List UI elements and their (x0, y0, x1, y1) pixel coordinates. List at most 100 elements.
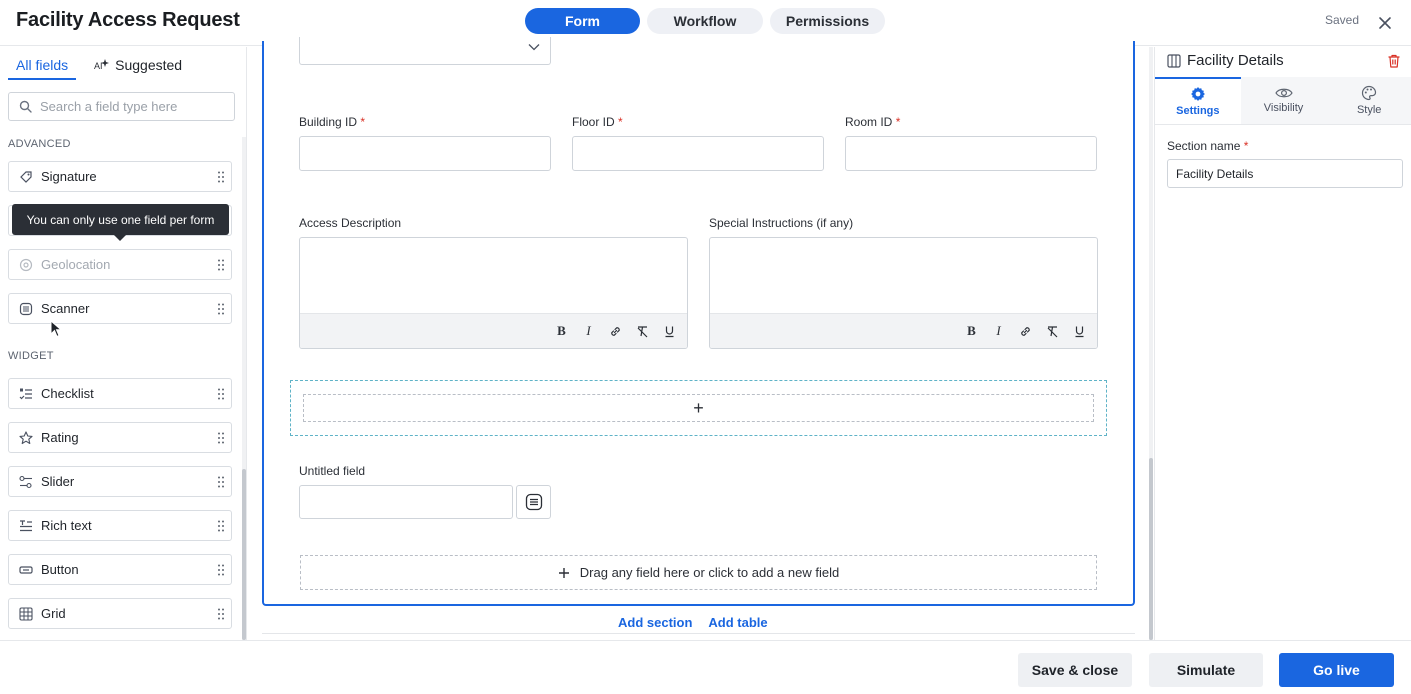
tab-suggested[interactable]: AI Suggested (94, 47, 182, 80)
clear-format-icon[interactable] (635, 324, 650, 339)
underline-icon[interactable] (662, 324, 677, 339)
required-marker: * (1243, 139, 1249, 153)
group-label-advanced: ADVANCED (8, 138, 71, 150)
add-table-link[interactable]: Add table (708, 615, 767, 630)
go-live-button[interactable]: Go live (1279, 653, 1394, 687)
section-name-input[interactable]: Facility Details (1167, 159, 1403, 188)
scanner-icon (19, 302, 33, 316)
ai-sparkle-icon: AI (94, 57, 110, 71)
room-id-input[interactable] (845, 136, 1097, 171)
italic-icon[interactable]: I (991, 323, 1006, 339)
drag-handle-icon[interactable] (218, 520, 224, 532)
scan-button[interactable] (516, 485, 551, 519)
required-marker: * (895, 115, 901, 129)
dropdown-field[interactable] (299, 37, 551, 65)
field-item-label: Rich text (41, 518, 92, 533)
untitled-field-input[interactable] (299, 485, 513, 519)
special-instructions-editor[interactable]: B I (709, 237, 1098, 349)
add-section-link[interactable]: Add section (618, 615, 692, 630)
drop-zone-inner[interactable]: + (303, 394, 1094, 422)
field-search-input[interactable]: Search a field type here (8, 92, 235, 121)
field-item-scanner[interactable]: Scanner (8, 293, 232, 324)
add-field-dropzone[interactable]: Drag any field here or click to add a ne… (300, 555, 1097, 590)
bold-icon[interactable]: B (964, 323, 979, 339)
tab-settings[interactable]: Settings (1155, 77, 1241, 124)
search-placeholder: Search a field type here (40, 99, 178, 114)
canvas-scrollbar[interactable] (1149, 47, 1153, 640)
scrollbar-thumb[interactable] (242, 469, 246, 640)
form-section[interactable]: Building ID * Floor ID * Room ID * Acces… (262, 37, 1135, 606)
field-item-label: Scanner (41, 301, 90, 316)
close-icon[interactable] (1377, 15, 1393, 31)
simulate-button[interactable]: Simulate (1149, 653, 1263, 687)
form-title: Facility Access Request (16, 9, 240, 31)
tab-workflow[interactable]: Workflow (647, 8, 763, 34)
eye-icon (1274, 87, 1293, 99)
drag-handle-icon[interactable] (218, 432, 224, 444)
floor-id-label: Floor ID * (572, 115, 623, 129)
section-columns-icon (1167, 53, 1181, 68)
underline-icon[interactable] (1072, 324, 1087, 339)
drag-handle-icon[interactable] (218, 564, 224, 576)
mode-tabs: Form Workflow Permissions (525, 8, 885, 34)
tooltip-arrow (114, 235, 126, 241)
tooltip: You can only use one field per form (12, 204, 229, 241)
field-item-slider[interactable]: Slider (8, 466, 232, 497)
top-bar: Facility Access Request Form Workflow Pe… (0, 0, 1411, 46)
field-item-grid[interactable]: Grid (8, 598, 232, 629)
group-label-widget: WIDGET (8, 350, 54, 362)
special-instructions-label: Special Instructions (if any) (709, 216, 854, 230)
section-name-label-text: Section name (1167, 139, 1241, 153)
floor-id-input[interactable] (572, 136, 824, 171)
field-item-rich-text[interactable]: Rich text (8, 510, 232, 541)
drag-handle-icon[interactable] (218, 259, 224, 271)
tooltip-text: You can only use one field per form (26, 212, 215, 227)
field-item-checklist[interactable]: Checklist (8, 378, 232, 409)
palette-icon (1361, 85, 1377, 101)
drag-handle-icon[interactable] (218, 608, 224, 620)
plus-icon (558, 567, 570, 579)
field-item-label: Grid (41, 606, 66, 621)
building-id-input[interactable] (299, 136, 551, 171)
room-id-label-text: Room ID (845, 115, 893, 129)
bold-icon[interactable]: B (554, 323, 569, 339)
palette-scrollbar[interactable] (242, 137, 246, 640)
drag-handle-icon[interactable] (218, 476, 224, 488)
field-item-signature[interactable]: Signature (8, 161, 232, 192)
form-canvas: Building ID * Floor ID * Room ID * Acces… (248, 37, 1152, 640)
field-item-label: Signature (41, 169, 97, 184)
svg-text:AI: AI (94, 61, 103, 71)
tab-permissions[interactable]: Permissions (770, 8, 885, 34)
field-item-label: Geolocation (41, 257, 111, 272)
panel-title: Facility Details (1187, 52, 1284, 69)
drag-handle-icon[interactable] (218, 388, 224, 400)
mouse-cursor-icon (50, 320, 62, 338)
drop-zone[interactable]: + (290, 380, 1107, 436)
delete-section-icon[interactable] (1386, 53, 1402, 69)
tab-all-fields[interactable]: All fields (8, 47, 77, 80)
link-icon[interactable] (1018, 324, 1033, 339)
room-id-label: Room ID * (845, 115, 900, 129)
tab-suggested-label: Suggested (115, 57, 183, 73)
field-palette: All fields AI Suggested Search a field t… (0, 47, 247, 640)
scrollbar-thumb[interactable] (1149, 458, 1153, 640)
gear-icon (1190, 86, 1206, 102)
checklist-icon (19, 387, 33, 401)
italic-icon[interactable]: I (581, 323, 596, 339)
field-item-geolocation[interactable]: Geolocation (8, 249, 232, 280)
required-marker: * (360, 115, 366, 129)
drag-handle-icon[interactable] (218, 171, 224, 183)
field-item-rating[interactable]: Rating (8, 422, 232, 453)
scanner-icon (525, 493, 543, 511)
clear-format-icon[interactable] (1045, 324, 1060, 339)
drag-handle-icon[interactable] (218, 303, 224, 315)
field-item-button[interactable]: Button (8, 554, 232, 585)
tab-style[interactable]: Style (1326, 77, 1411, 124)
link-icon[interactable] (608, 324, 623, 339)
access-description-editor[interactable]: B I (299, 237, 688, 349)
save-close-button[interactable]: Save & close (1018, 653, 1132, 687)
tab-visibility[interactable]: Visibility (1241, 77, 1327, 124)
geolocation-icon (19, 258, 33, 272)
slider-icon (19, 475, 33, 489)
tab-form[interactable]: Form (525, 8, 640, 34)
